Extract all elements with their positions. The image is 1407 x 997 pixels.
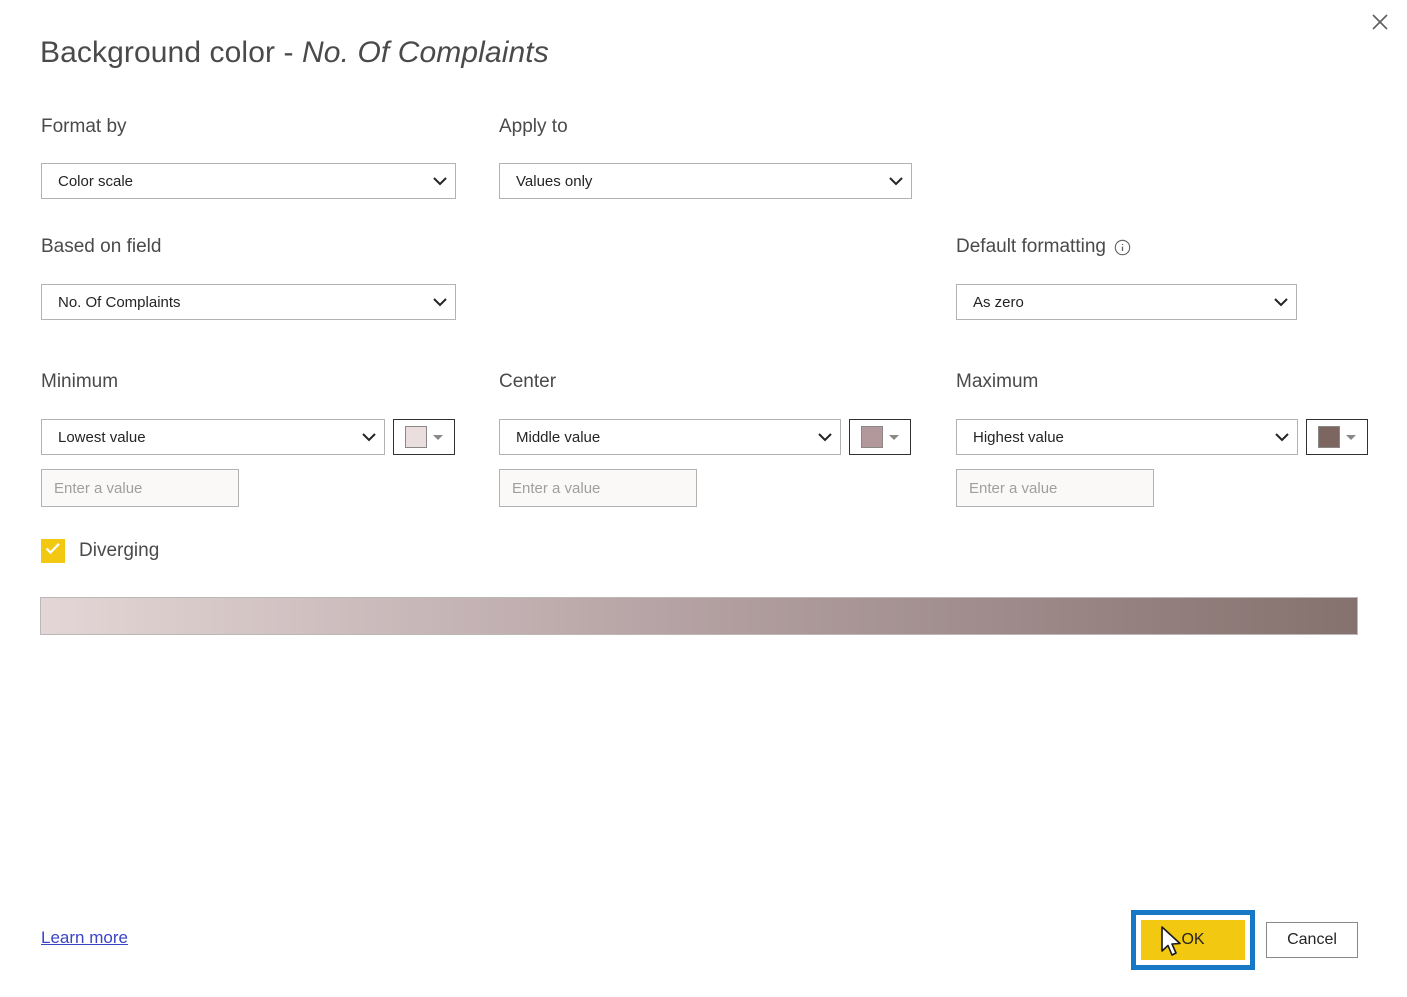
maximum-color-swatch [1318,426,1340,448]
chevron-down-icon [425,297,455,307]
maximum-group: Maximum [956,371,1038,393]
minimum-dropdown[interactable]: Lowest value [41,419,385,455]
minimum-color-picker[interactable] [393,419,455,455]
maximum-color-picker[interactable] [1306,419,1368,455]
default-formatting-label-text: Default formatting [956,236,1106,257]
dialog-title-field: No. Of Complaints [302,36,549,69]
dialog-title-prefix: Background color - [40,36,303,69]
apply-to-label: Apply to [499,116,568,137]
minimum-value-input[interactable] [41,469,239,507]
info-icon[interactable] [1114,239,1131,256]
dialog-title: Background color - No. Of Complaints [40,36,549,70]
chevron-down-icon [425,176,455,186]
ok-button[interactable]: OK [1141,920,1245,960]
apply-to-dropdown[interactable]: Values only [499,163,912,199]
checkbox-box [41,539,65,563]
maximum-value: Highest value [973,428,1064,446]
default-formatting-label: Default formatting [956,236,1131,258]
format-by-label: Format by [41,116,127,137]
based-on-field-value: No. Of Complaints [58,293,181,311]
chevron-down-icon [1266,297,1296,307]
format-by-dropdown[interactable]: Color scale [41,163,456,199]
chevron-down-icon [1267,432,1297,442]
minimum-label: Minimum [41,371,119,392]
minimum-color-swatch [405,426,427,448]
center-dropdown[interactable]: Middle value [499,419,841,455]
ok-button-highlight: OK [1131,910,1255,970]
minimum-group: Minimum [41,371,118,393]
close-button[interactable] [1361,4,1399,40]
chevron-down-icon [810,432,840,442]
based-on-field-dropdown[interactable]: No. Of Complaints [41,284,456,320]
minimum-value: Lowest value [58,428,146,446]
center-value-input[interactable] [499,469,697,507]
chevron-down-icon [1346,434,1356,440]
format-by-group: Format by [41,116,127,138]
center-color-picker[interactable] [849,419,911,455]
based-on-field-group: Based on field [41,236,161,258]
center-color-swatch [861,426,883,448]
cancel-button[interactable]: Cancel [1266,922,1358,958]
check-icon [45,542,61,560]
maximum-dropdown[interactable]: Highest value [956,419,1298,455]
apply-to-value: Values only [516,172,593,190]
center-group: Center [499,371,556,393]
default-formatting-group: Default formatting [956,236,1131,258]
diverging-checkbox[interactable]: Diverging [41,539,159,563]
center-label: Center [499,371,557,392]
chevron-down-icon [889,434,899,440]
maximum-value-input[interactable] [956,469,1154,507]
maximum-label: Maximum [956,371,1039,392]
default-formatting-value: As zero [973,293,1024,311]
chevron-down-icon [881,176,911,186]
based-on-field-label: Based on field [41,236,162,257]
learn-more-link[interactable]: Learn more [41,928,128,948]
format-by-value: Color scale [58,172,134,190]
center-value: Middle value [516,428,601,446]
apply-to-group: Apply to [499,116,568,138]
chevron-down-icon [433,434,443,440]
chevron-down-icon [354,432,384,442]
default-formatting-dropdown[interactable]: As zero [956,284,1297,320]
diverging-label: Diverging [79,540,160,561]
close-icon [1370,12,1390,32]
color-scale-gradient-preview [40,597,1358,635]
